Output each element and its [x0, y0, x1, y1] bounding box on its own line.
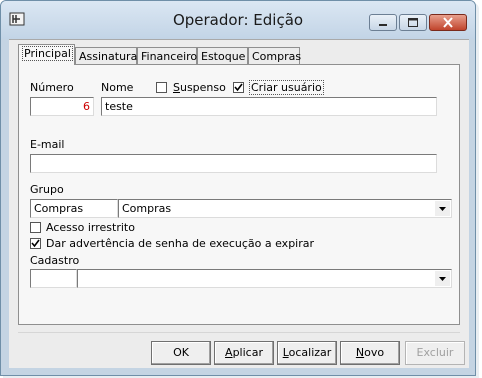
acesso-irrestrito-checkbox[interactable]: [30, 222, 41, 233]
tab-compras-label: Compras: [252, 50, 302, 63]
minimize-icon: [379, 24, 387, 26]
email-field[interactable]: [30, 154, 437, 173]
acesso-irrestrito-label: Acesso irrestrito: [46, 221, 135, 234]
localizar-button[interactable]: Localizar: [277, 341, 337, 365]
tab-principal[interactable]: Principal: [18, 44, 75, 65]
novo-button[interactable]: Novo: [340, 341, 400, 365]
close-icon: [443, 17, 453, 28]
tab-financeiro[interactable]: Financeiro: [137, 47, 197, 64]
close-button[interactable]: [429, 14, 467, 31]
title-bar[interactable]: Operador: Edição: [1, 1, 475, 39]
tab-assinatura-label: Assinatura: [79, 50, 138, 63]
cadastro-code-field[interactable]: [30, 269, 77, 288]
tab-estoque-label: Estoque: [201, 50, 246, 63]
advertencia-checkbox[interactable]: [30, 238, 41, 249]
criar-usuario-checkbox[interactable]: [233, 82, 244, 93]
maximize-icon: [408, 18, 418, 27]
chevron-down-icon[interactable]: [435, 201, 450, 216]
tab-estoque[interactable]: Estoque: [197, 47, 248, 64]
minimize-button[interactable]: [369, 14, 397, 31]
tab-financeiro-label: Financeiro: [141, 50, 198, 63]
tab-assinatura[interactable]: Assinatura: [75, 47, 137, 64]
grupo-label: Grupo: [30, 183, 64, 196]
numero-value: 6: [83, 100, 90, 113]
ok-button[interactable]: OK: [151, 341, 211, 365]
cadastro-label: Cadastro: [30, 254, 80, 267]
numero-label: Número: [30, 81, 74, 94]
suspenso-checkbox[interactable]: [156, 82, 167, 93]
tab-compras[interactable]: Compras: [248, 47, 302, 64]
maximize-button[interactable]: [399, 14, 427, 31]
dialog-window: Operador: Edição Principal Assinatura Fi…: [0, 0, 476, 376]
checkmark-icon: [31, 239, 40, 248]
aplicar-button[interactable]: Aplicar: [214, 341, 274, 365]
dialog-client-area: Principal Assinatura Financeiro Estoque …: [9, 39, 469, 368]
cadastro-select[interactable]: [77, 269, 452, 288]
email-label: E-mail: [30, 138, 65, 151]
divider: [18, 332, 460, 333]
grupo-code-field[interactable]: Compras: [30, 199, 118, 218]
advertencia-label: Dar advertência de senha de execução a e…: [46, 237, 315, 250]
tab-principal-label: Principal: [22, 46, 73, 61]
checkmark-icon: [234, 83, 243, 92]
excluir-button[interactable]: Excluir: [405, 341, 465, 365]
tab-panel-principal: Número Nome Suspenso Criar usuário 6 tes…: [18, 64, 460, 325]
numero-field[interactable]: 6: [30, 97, 94, 116]
grupo-select-value: Compras: [122, 202, 172, 215]
suspenso-label: Suspenso: [173, 81, 226, 94]
chevron-down-icon[interactable]: [435, 271, 450, 286]
criar-usuario-label: Criar usuário: [249, 80, 324, 95]
grupo-select[interactable]: Compras: [118, 199, 452, 218]
nome-field[interactable]: teste: [101, 97, 437, 116]
nome-label: Nome: [101, 81, 134, 94]
